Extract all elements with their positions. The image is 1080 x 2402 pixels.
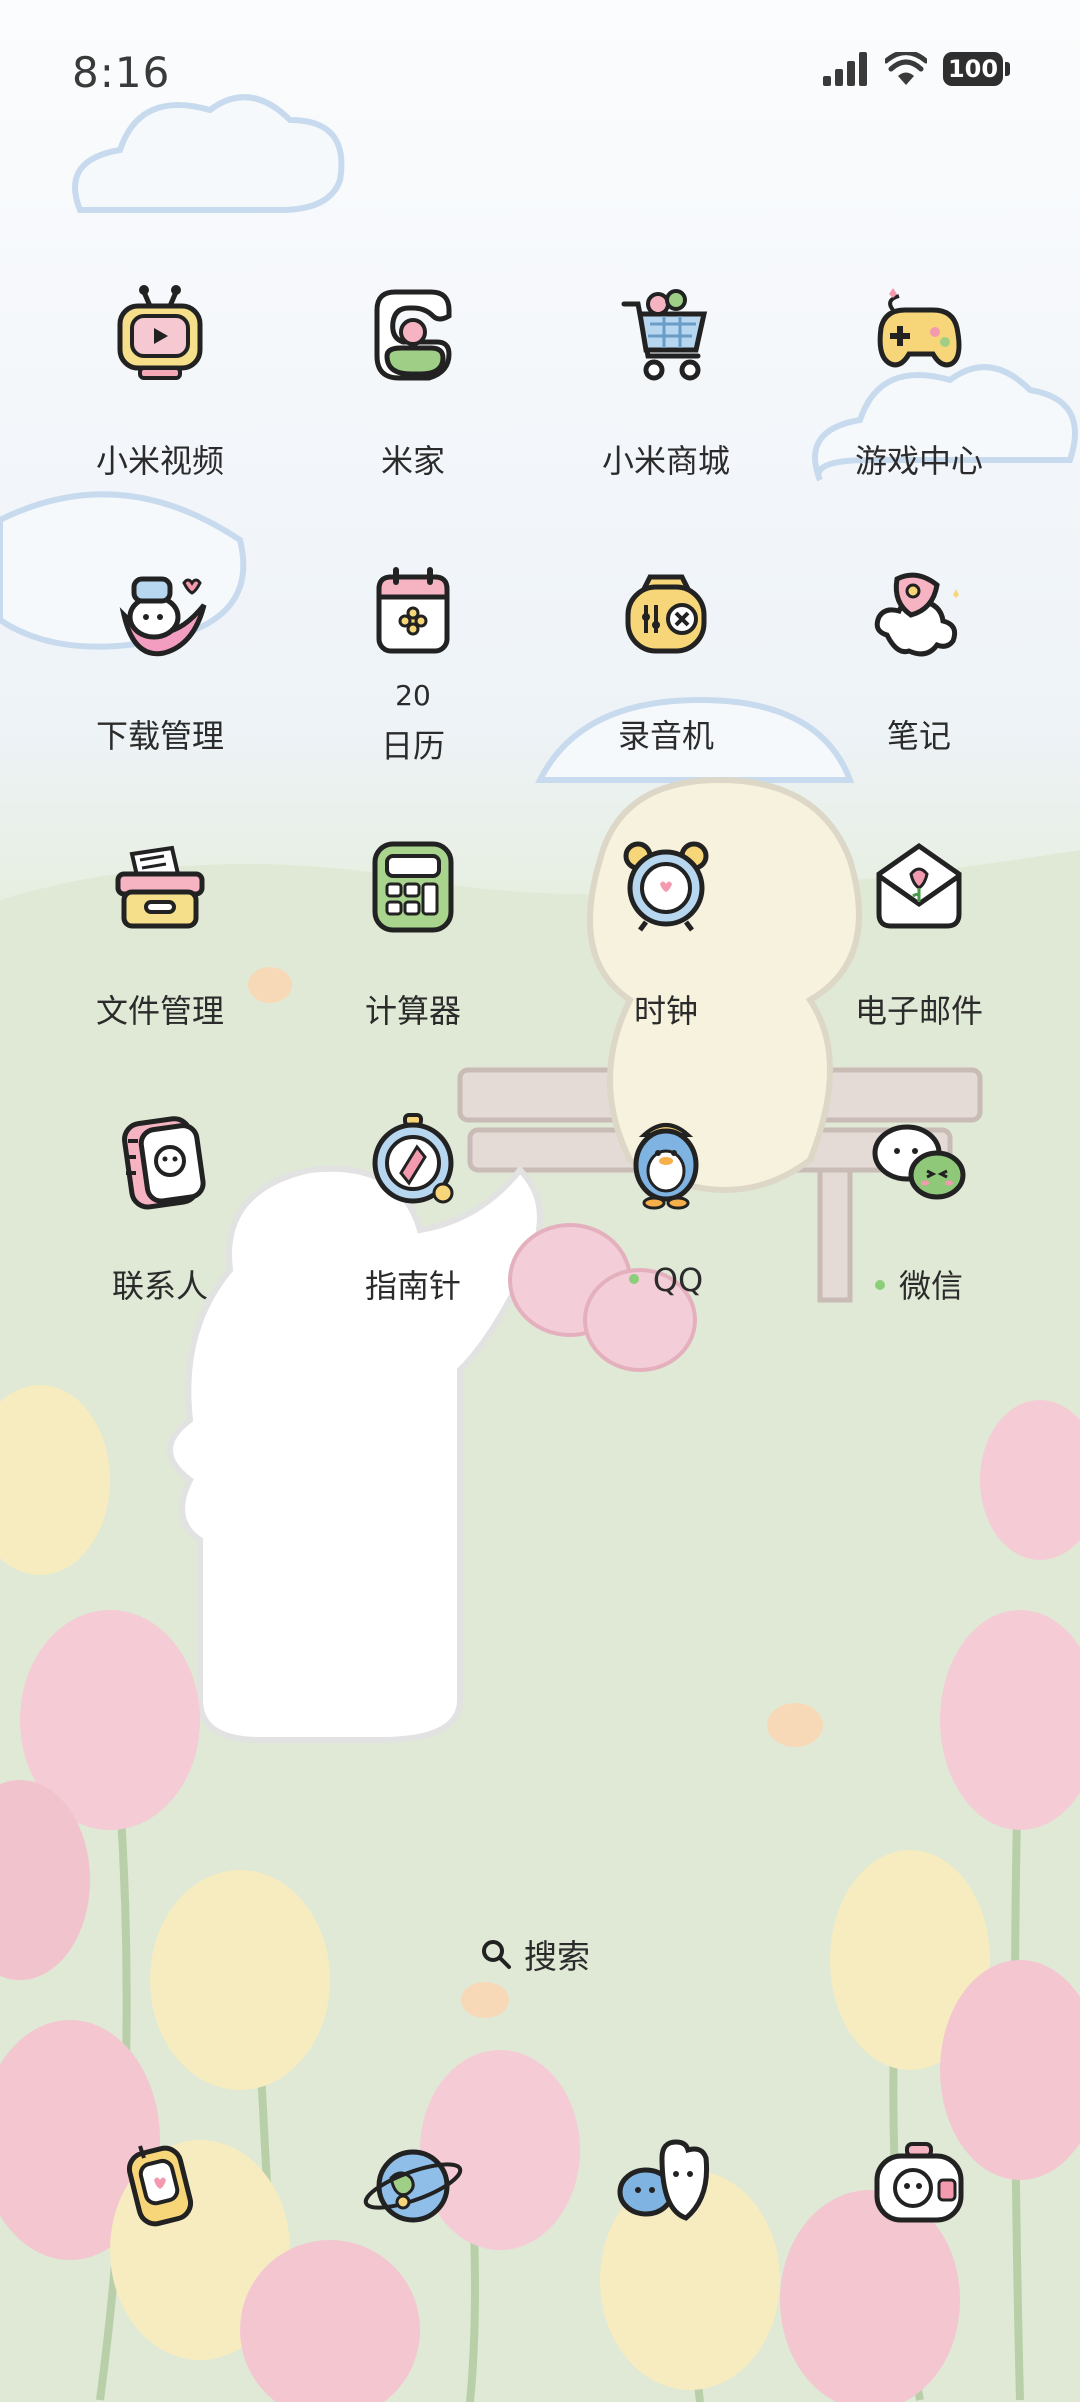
status-time: 8:16 bbox=[72, 48, 171, 97]
app-mi-video[interactable]: 小米视频 bbox=[40, 280, 280, 480]
messages-icon[interactable] bbox=[610, 2128, 722, 2240]
cellular-signal-icon bbox=[823, 52, 867, 86]
calendar-date: 20 bbox=[395, 679, 431, 712]
app-contacts[interactable]: 联系人 bbox=[40, 1105, 280, 1305]
alarm-clock-icon bbox=[623, 841, 709, 932]
app-label: 微信 bbox=[799, 1261, 1039, 1307]
app-game-center[interactable]: 游戏中心 bbox=[799, 280, 1039, 480]
app-calendar[interactable]: 20 日历 bbox=[293, 555, 533, 765]
notes-icon bbox=[874, 572, 959, 657]
app-file-manager[interactable]: 文件管理 bbox=[40, 830, 280, 1030]
app-label: QQ bbox=[546, 1261, 786, 1299]
search-button[interactable]: 搜索 bbox=[480, 1930, 590, 1978]
gamepad-icon bbox=[877, 288, 962, 368]
wifi-icon bbox=[885, 52, 927, 85]
download-manager-icon bbox=[119, 576, 207, 657]
status-icons: 100 bbox=[823, 52, 1010, 86]
mijia-home-icon bbox=[374, 289, 452, 381]
app-label: 电子邮件 bbox=[854, 992, 983, 1030]
wechat-bubbles-icon bbox=[872, 1124, 966, 1200]
app-label: 文件管理 bbox=[95, 992, 224, 1030]
dock bbox=[0, 2120, 1080, 2240]
app-mijia[interactable]: 米家 bbox=[293, 280, 533, 480]
browser-planet-icon[interactable] bbox=[357, 2128, 469, 2240]
status-bar: 8:16 100 bbox=[0, 0, 1080, 150]
app-notes[interactable]: 笔记 bbox=[799, 555, 1039, 755]
app-label: 日历 bbox=[380, 727, 445, 765]
calculator-icon bbox=[372, 841, 454, 933]
phone-icon[interactable] bbox=[104, 2128, 216, 2240]
recorder-icon bbox=[625, 574, 707, 654]
app-mi-store[interactable]: 小米商城 bbox=[546, 280, 786, 480]
app-label: 时钟 bbox=[633, 992, 698, 1030]
app-label: 小米商城 bbox=[601, 442, 730, 480]
app-label: 米家 bbox=[380, 442, 445, 480]
battery-indicator: 100 bbox=[943, 52, 1010, 86]
app-label: 录音机 bbox=[617, 717, 714, 755]
battery-level: 100 bbox=[943, 52, 1003, 86]
app-label: 联系人 bbox=[111, 1267, 208, 1305]
app-calculator[interactable]: 计算器 bbox=[293, 830, 533, 1030]
new-notification-dot bbox=[874, 1280, 885, 1290]
mail-envelope-icon bbox=[876, 842, 962, 929]
app-label-text: 微信 bbox=[898, 1267, 963, 1305]
search-icon bbox=[482, 1940, 511, 1969]
shopping-cart-icon bbox=[621, 289, 708, 381]
battery-tip bbox=[1005, 62, 1010, 76]
app-email[interactable]: 电子邮件 bbox=[799, 830, 1039, 1030]
new-notification-dot bbox=[628, 1274, 639, 1284]
file-box-icon bbox=[115, 845, 205, 929]
app-label: 指南针 bbox=[364, 1267, 461, 1305]
app-label: 下载管理 bbox=[95, 717, 224, 755]
calendar-icon bbox=[376, 567, 450, 654]
app-label-text: QQ bbox=[652, 1261, 704, 1299]
app-compass[interactable]: 指南针 bbox=[293, 1105, 533, 1305]
contacts-book-icon bbox=[122, 1116, 206, 1210]
app-download-manager[interactable]: 下载管理 bbox=[40, 555, 280, 755]
app-qq[interactable]: QQ bbox=[546, 1105, 786, 1299]
app-recorder[interactable]: 录音机 bbox=[546, 555, 786, 755]
app-label: 笔记 bbox=[886, 717, 951, 755]
app-label: 游戏中心 bbox=[854, 442, 983, 480]
search-label: 搜索 bbox=[524, 1937, 590, 1976]
app-label: 计算器 bbox=[364, 992, 461, 1030]
tv-video-icon bbox=[117, 285, 203, 380]
camera-icon[interactable] bbox=[863, 2128, 975, 2240]
compass-icon bbox=[372, 1113, 454, 1204]
qq-penguin-icon bbox=[633, 1123, 699, 1210]
app-label: 小米视频 bbox=[95, 442, 224, 480]
app-wechat[interactable]: 微信 bbox=[799, 1105, 1039, 1305]
app-clock[interactable]: 时钟 bbox=[546, 830, 786, 1030]
